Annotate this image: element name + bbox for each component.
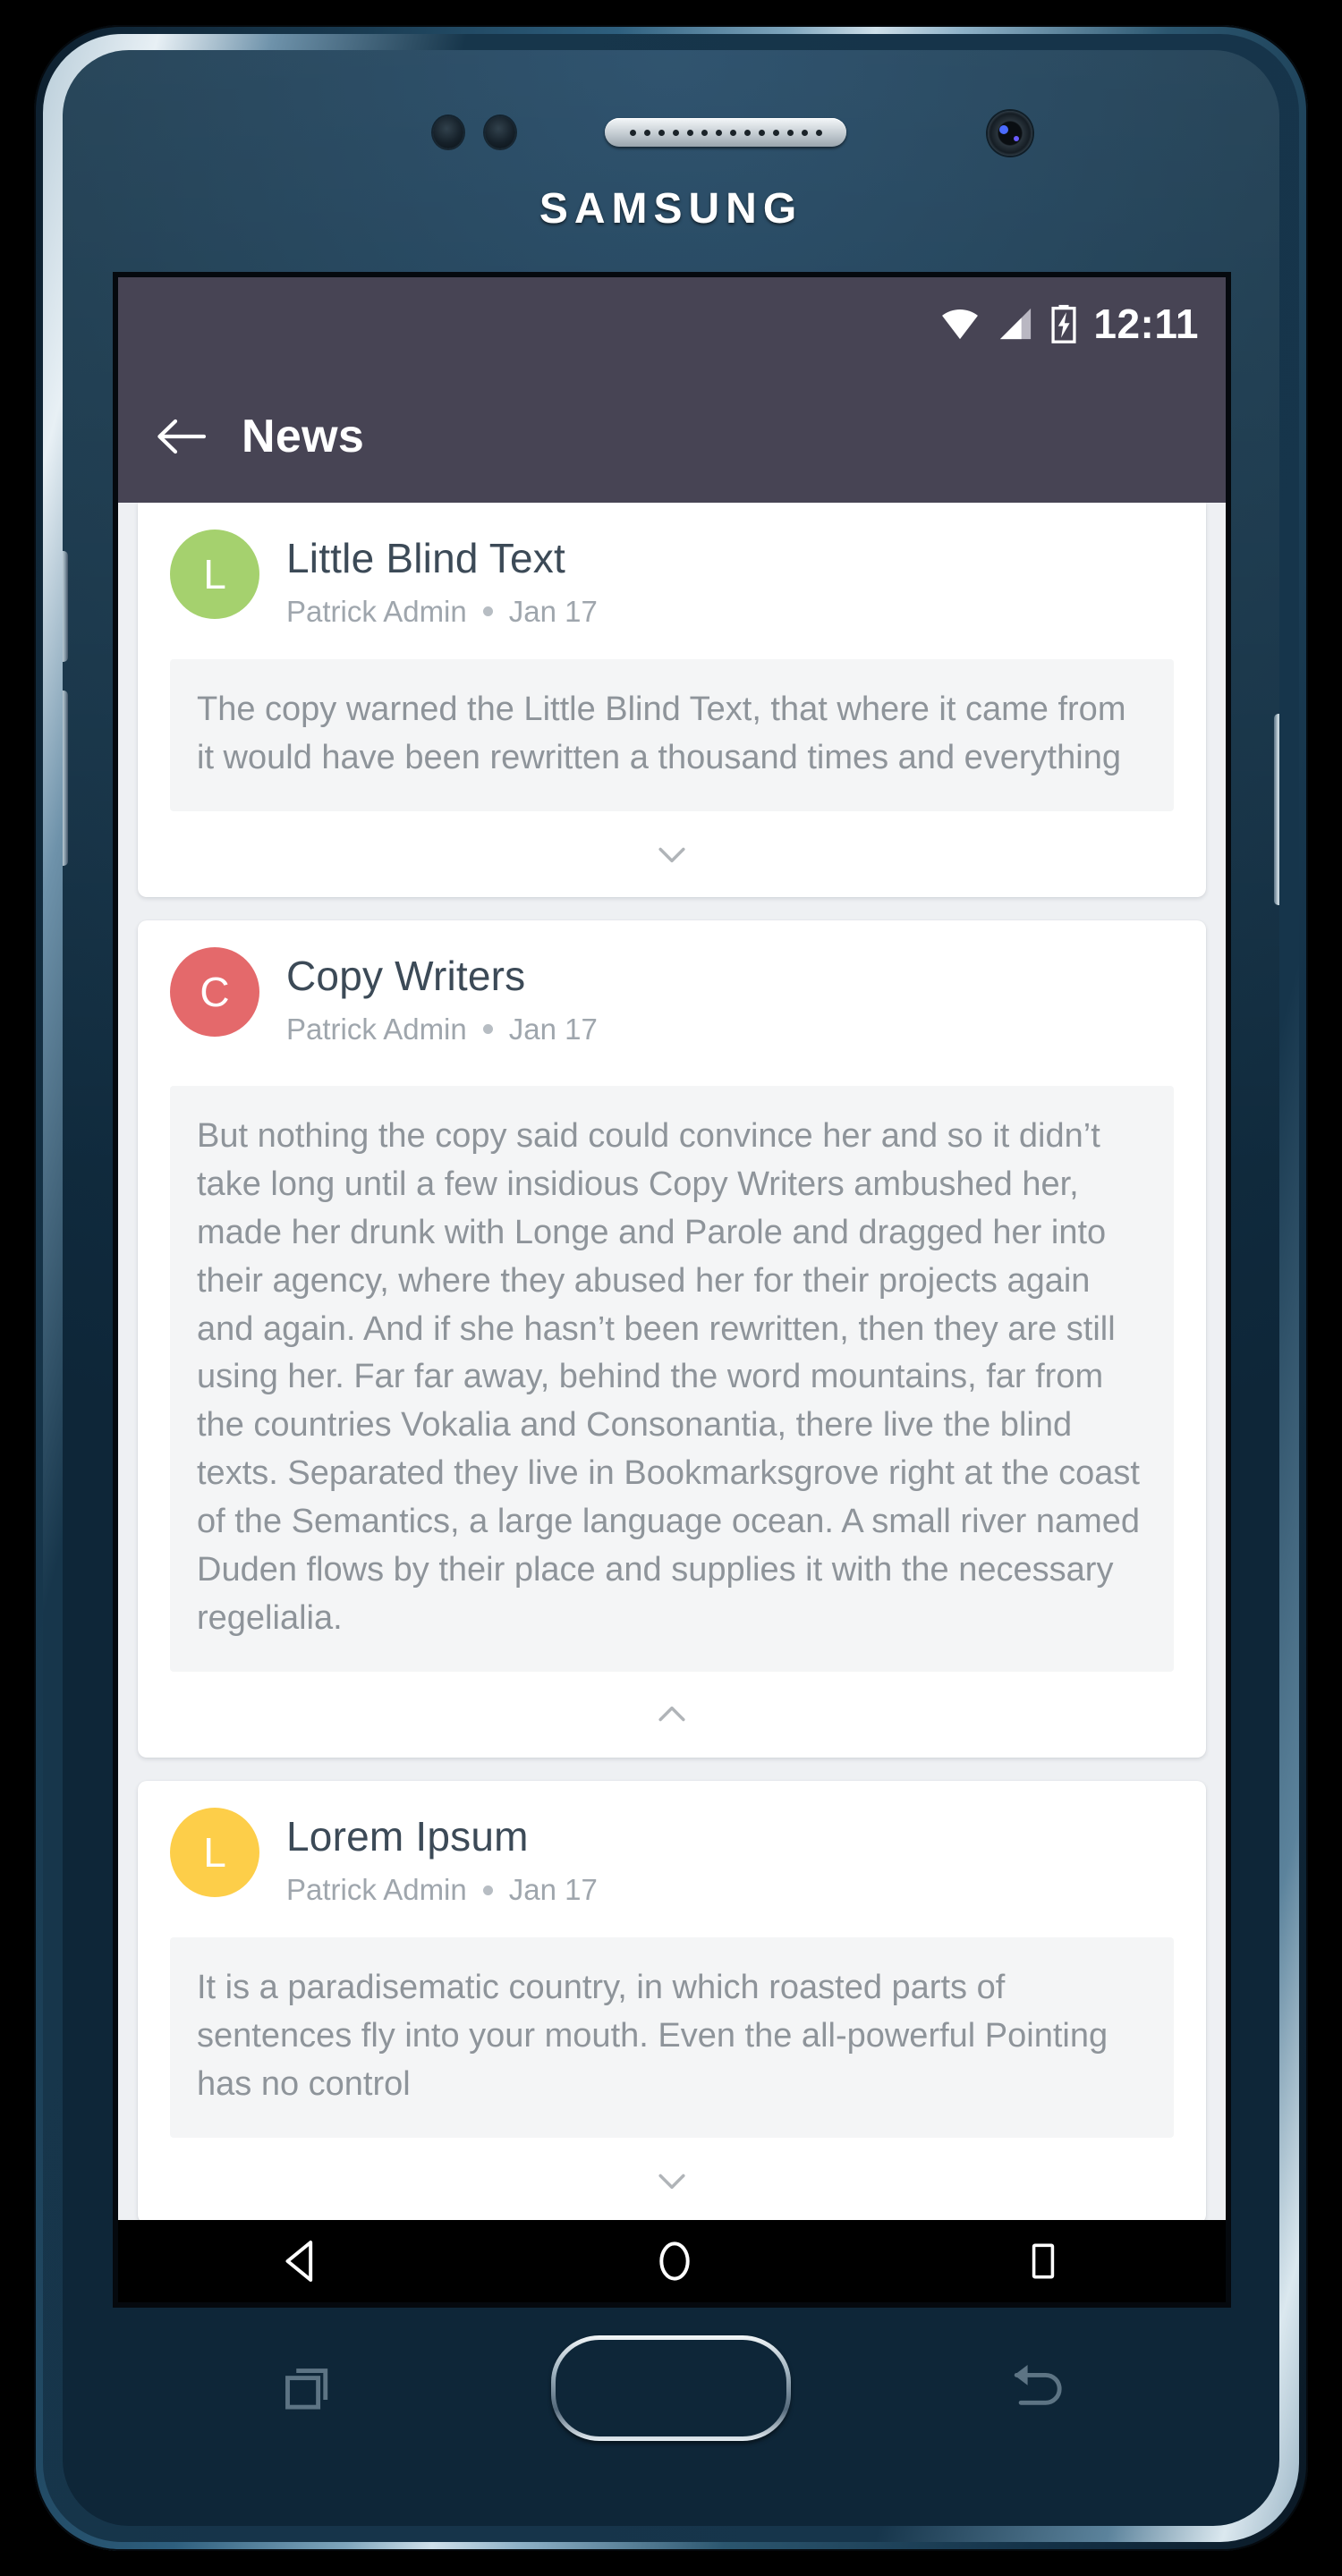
power-button[interactable] xyxy=(63,551,68,662)
meta-separator-dot xyxy=(482,1885,493,1895)
card-author: Patrick Admin xyxy=(286,1012,467,1046)
card-body-text: But nothing the copy said could convince… xyxy=(170,1085,1174,1673)
chevron-up-icon[interactable] xyxy=(652,1695,692,1734)
meta-separator-dot xyxy=(482,1024,493,1035)
avatar: C xyxy=(170,946,259,1037)
android-back-icon[interactable] xyxy=(278,2236,328,2286)
light-sensor-icon xyxy=(485,116,515,148)
page-title: News xyxy=(242,411,365,462)
chevron-down-icon[interactable] xyxy=(652,835,692,874)
card-meta: Patrick Admin Jan 17 xyxy=(286,595,598,629)
back-arrow-icon[interactable] xyxy=(156,416,206,457)
card-meta: Patrick Admin Jan 17 xyxy=(286,1873,598,1907)
phone-frame-outer: SAMSUNG 12:11 News L Little Blind Text P… xyxy=(34,25,1308,2551)
card-title: Lorem Ipsum xyxy=(286,1813,529,1860)
news-card[interactable]: L Lorem Ipsum Patrick Admin Jan 17 It is xyxy=(138,1781,1206,2224)
card-title: Little Blind Text xyxy=(286,535,565,581)
card-author: Patrick Admin xyxy=(286,594,467,628)
android-home-icon[interactable] xyxy=(650,2236,700,2286)
cell-signal-icon xyxy=(1000,308,1032,340)
card-author: Patrick Admin xyxy=(286,1873,467,1907)
battery-charging-icon xyxy=(1051,304,1076,343)
back-button[interactable] xyxy=(1002,2353,1072,2423)
recents-button[interactable] xyxy=(270,2353,340,2423)
card-title: Copy Writers xyxy=(286,952,526,999)
status-bar: 12:11 xyxy=(118,277,1226,370)
status-clock: 12:11 xyxy=(1093,301,1199,347)
card-date: Jan 17 xyxy=(508,1012,598,1046)
news-card[interactable]: C Copy Writers Patrick Admin Jan 17 But xyxy=(138,919,1206,1758)
chevron-down-icon[interactable] xyxy=(652,2161,692,2200)
app-bar: News xyxy=(118,370,1226,503)
card-header: L Little Blind Text Patrick Admin Jan 17 xyxy=(138,530,1206,629)
avatar: L xyxy=(170,530,259,619)
volume-buttons[interactable] xyxy=(63,691,68,866)
card-header: L Lorem Ipsum Patrick Admin Jan 17 xyxy=(138,1808,1206,1907)
android-recents-icon[interactable] xyxy=(1021,2236,1066,2286)
phone-screen: 12:11 News L Little Blind Text Patrick A… xyxy=(118,277,1226,2302)
card-header-text: Lorem Ipsum Patrick Admin Jan 17 xyxy=(286,1808,598,1907)
avatar: L xyxy=(170,1808,259,1898)
card-header-text: Copy Writers Patrick Admin Jan 17 xyxy=(286,947,598,1046)
card-date: Jan 17 xyxy=(508,1873,598,1907)
brand-logo: SAMSUNG xyxy=(539,185,803,233)
sim-tray[interactable] xyxy=(1274,714,1279,905)
proximity-sensor-icon xyxy=(433,116,463,148)
top-bezel xyxy=(63,106,1279,159)
news-feed[interactable]: L Little Blind Text Patrick Admin Jan 17 xyxy=(118,503,1226,2302)
card-meta: Patrick Admin Jan 17 xyxy=(286,1013,598,1046)
card-header: C Copy Writers Patrick Admin Jan 17 xyxy=(138,946,1206,1046)
phone-body: SAMSUNG 12:11 News L Little Blind Text P… xyxy=(63,50,1279,2526)
speaker-grille-icon xyxy=(605,118,846,147)
home-button[interactable] xyxy=(551,2335,791,2441)
screenshot-stage: SAMSUNG 12:11 News L Little Blind Text P… xyxy=(0,0,1342,2576)
card-date: Jan 17 xyxy=(508,594,598,628)
hardware-keys xyxy=(63,2317,1279,2460)
front-camera-icon xyxy=(988,111,1032,156)
wifi-icon xyxy=(942,309,979,340)
status-icons xyxy=(939,304,1077,343)
news-card[interactable]: L Little Blind Text Patrick Admin Jan 17 xyxy=(138,503,1206,897)
card-body-text: The copy warned the Little Blind Text, t… xyxy=(170,658,1174,811)
card-header-text: Little Blind Text Patrick Admin Jan 17 xyxy=(286,530,598,629)
android-nav-bar[interactable] xyxy=(118,2220,1226,2302)
phone-frame-chrome: SAMSUNG 12:11 News L Little Blind Text P… xyxy=(43,34,1299,2542)
card-toggle[interactable] xyxy=(138,2138,1206,2224)
meta-separator-dot xyxy=(482,606,493,617)
card-toggle[interactable] xyxy=(138,1672,1206,1758)
card-body-text: It is a paradisematic country, in which … xyxy=(170,1937,1174,2138)
card-toggle[interactable] xyxy=(138,811,1206,897)
